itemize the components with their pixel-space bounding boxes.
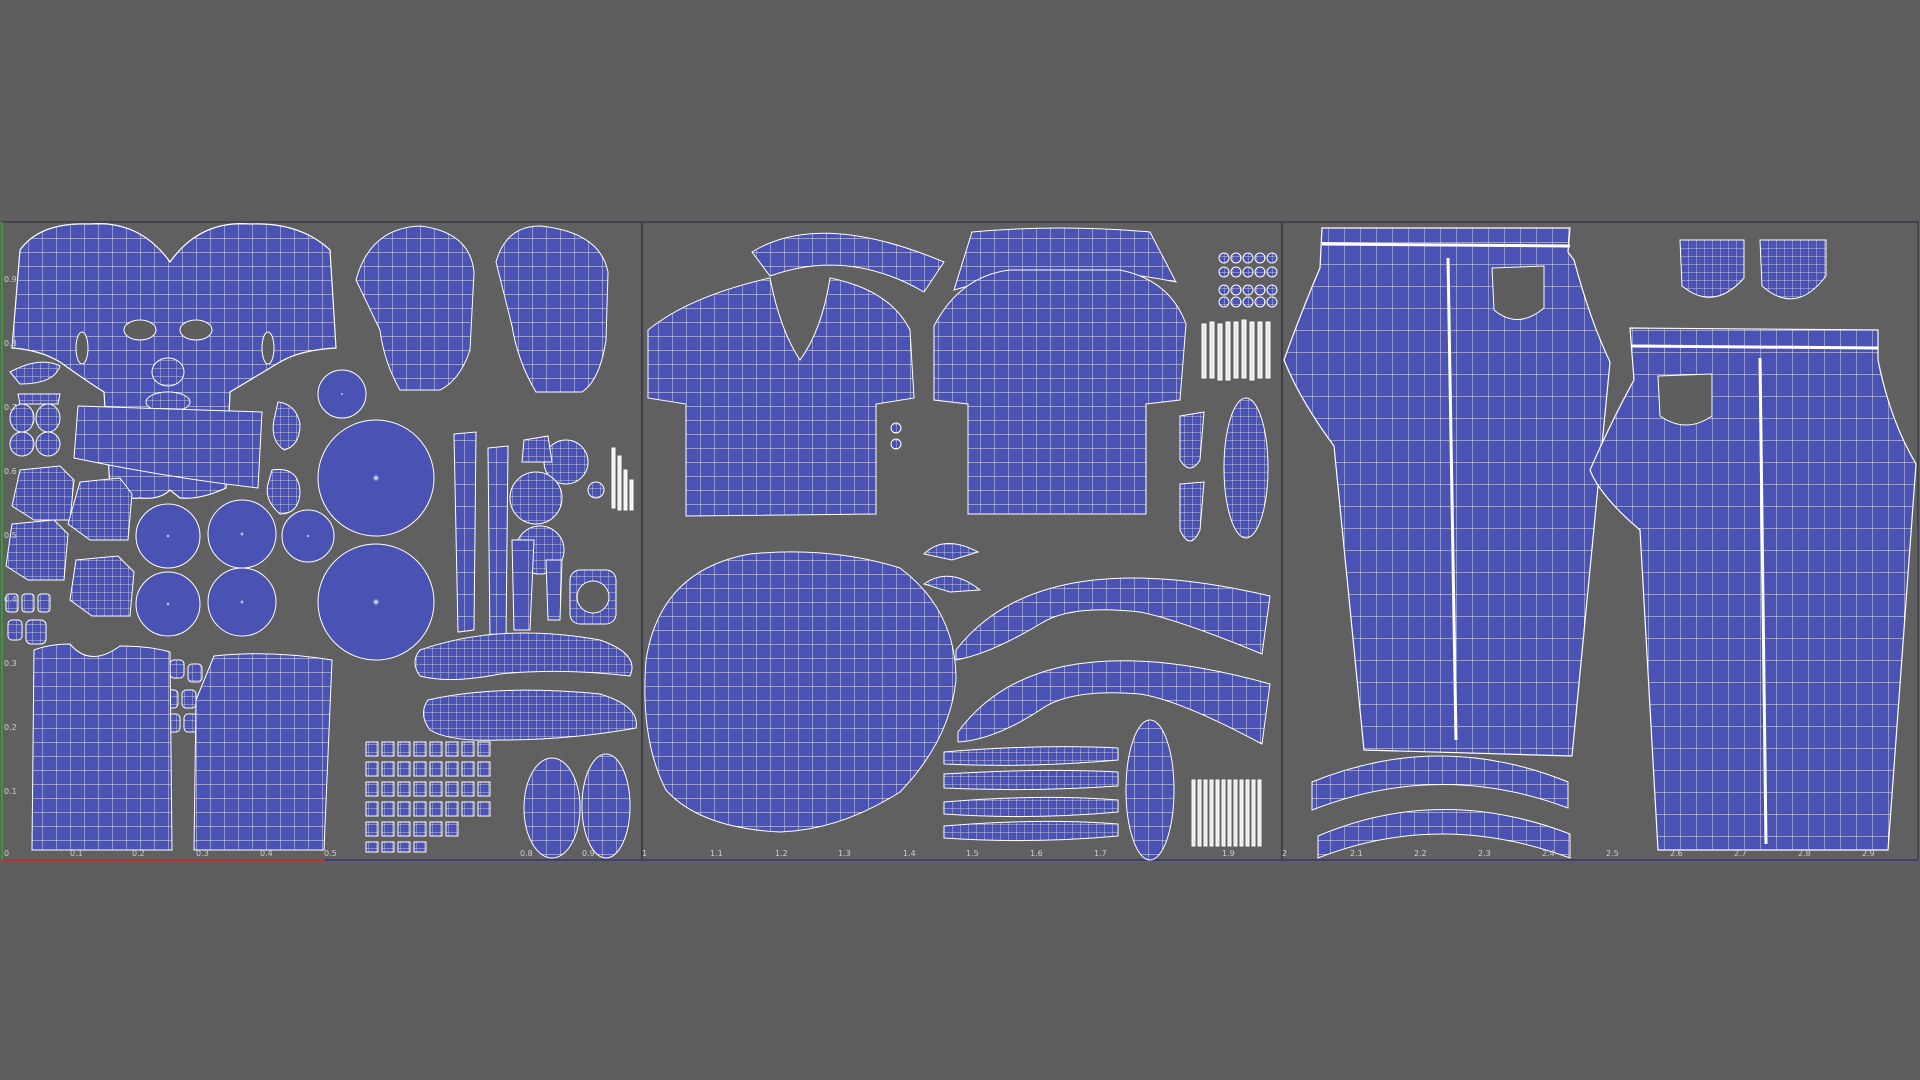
uv-shell-insole: [581, 753, 631, 859]
u-tick-label: 2.4: [1542, 849, 1555, 858]
u-tick-label: 1: [642, 849, 647, 858]
u-tick-label: 2.1: [1350, 849, 1363, 858]
v-tick-label: 0.8: [4, 339, 17, 348]
u-tick-label: 1.1: [710, 849, 723, 858]
u-tick-label: 0.4: [260, 849, 273, 858]
uv-shell-hand: [69, 555, 135, 617]
u-tick-label: 0.3: [196, 849, 209, 858]
uv-shell-insole: [523, 757, 581, 859]
u-tick-label: 0: [4, 849, 9, 858]
uv-shell-shoe-sole: [423, 689, 637, 741]
uv-shell-hand: [5, 519, 69, 581]
uv-shell-strap: [487, 445, 509, 643]
u-tick-label: 0.8: [520, 849, 533, 858]
u-tick-label: 2.7: [1734, 849, 1747, 858]
u-tick-label: 2.5: [1606, 849, 1619, 858]
u-tick-label: 1.6: [1030, 849, 1043, 858]
v-tick-label: 0.9: [4, 275, 17, 284]
u-tick-label: 0.1: [70, 849, 83, 858]
uv-shell-torso-front: [31, 643, 173, 851]
u-tick-label: 0.5: [324, 849, 337, 858]
v-tick-label: 0.6: [4, 467, 17, 476]
u-tick-label: 0.9: [582, 849, 595, 858]
uv-canvas[interactable]: 0 0.1 0.2 0.3 0.4 0.5 0.8 0.9 1 1.1 1.2 1.3 1.4 1.5 1.…: [0, 0, 1920, 1080]
uv-editor-viewport[interactable]: 0 0.1 0.2 0.3 0.4 0.5 0.8 0.9 1 1.1 1.2 1.3 1.4 1.5 1.…: [0, 0, 1920, 1080]
uv-shell-hand: [11, 465, 75, 521]
u-tick-label: 2.8: [1798, 849, 1811, 858]
v-tick-label: 0.3: [4, 659, 17, 668]
u-tick-label: 1.4: [903, 849, 916, 858]
uv-shell-buttons: [890, 422, 902, 434]
u-tick-label: 2: [1282, 849, 1287, 858]
u-tick-label: 2.2: [1414, 849, 1427, 858]
uv-shell-torso-back: [193, 653, 333, 851]
u-tick-label: 1.9: [1222, 849, 1235, 858]
v-tick-label: 0.1: [4, 787, 17, 796]
u-tick-label: 2.6: [1670, 849, 1683, 858]
v-tick-label: 0.2: [4, 723, 17, 732]
u-tick-label: 2.9: [1862, 849, 1875, 858]
u-tick-label: 1.7: [1094, 849, 1107, 858]
v-tick-label: 0.5: [4, 531, 17, 540]
v-tick-label: 0.7: [4, 403, 17, 412]
u-tick-label: 1.5: [966, 849, 979, 858]
u-tick-label: 1.3: [838, 849, 851, 858]
uv-shell-strap: [453, 431, 477, 633]
v-tick-label: 0.4: [4, 595, 17, 604]
u-tick-label: 1.2: [775, 849, 788, 858]
u-tick-label: 0.2: [132, 849, 145, 858]
u-tick-label: 2.3: [1478, 849, 1491, 858]
